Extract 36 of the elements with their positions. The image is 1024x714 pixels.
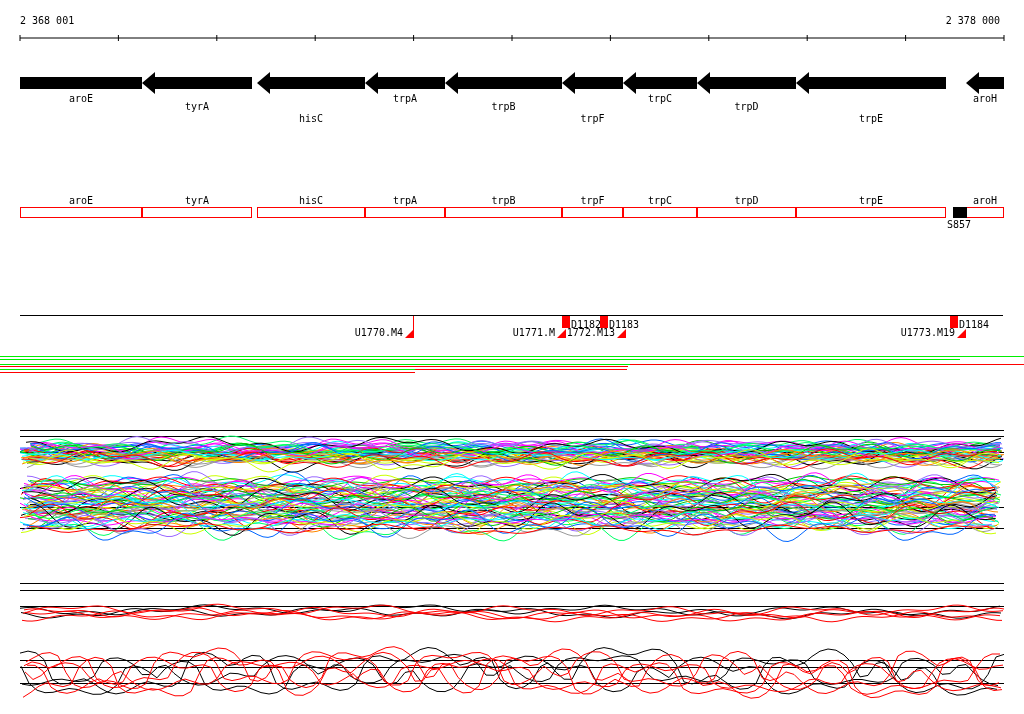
- gene-label: trpB: [491, 195, 516, 206]
- site-label: D1184: [959, 319, 990, 330]
- gene-arrow: [966, 72, 1004, 94]
- gene-label: trpE: [858, 113, 884, 124]
- gene-box: [966, 207, 1004, 218]
- site-label: U1770.M4: [354, 327, 403, 338]
- site-marker: [957, 329, 966, 338]
- site-label: U1773.M19: [900, 327, 955, 338]
- gene-label: trpC: [647, 93, 673, 104]
- gene-label: trpA: [392, 195, 418, 206]
- gene-label: trpF: [580, 195, 605, 206]
- site-label: U1771.M: [512, 327, 555, 338]
- gene-label: trpE: [858, 195, 884, 206]
- gene-label: hisC: [298, 195, 324, 206]
- gene-label: tyrA: [184, 195, 210, 206]
- gene-label: tyrA: [184, 101, 210, 112]
- gene-label: hisC: [298, 113, 324, 124]
- gene-label: aroH: [972, 93, 998, 104]
- gene-label: aroE: [68, 93, 94, 104]
- feature-label: S857: [947, 219, 972, 230]
- site-label: 1772.M13: [566, 327, 615, 338]
- gene-label: aroE: [68, 195, 94, 206]
- end-coordinate: 2 378 000: [945, 15, 1000, 26]
- site-marker: [600, 316, 608, 328]
- site-marker: [557, 329, 566, 338]
- gene-label: trpD: [734, 101, 759, 112]
- start-coordinate: 2 368 001: [20, 15, 75, 26]
- site-marker: [617, 329, 626, 338]
- feature-block: [953, 207, 967, 218]
- gene-label: trpF: [580, 113, 605, 124]
- gene-label: trpC: [647, 195, 673, 206]
- site-marker: [405, 315, 414, 339]
- gene-label: aroH: [972, 195, 998, 206]
- gene-label: trpA: [392, 93, 418, 104]
- gene-label: trpB: [491, 101, 516, 112]
- gene-label: trpD: [734, 195, 759, 206]
